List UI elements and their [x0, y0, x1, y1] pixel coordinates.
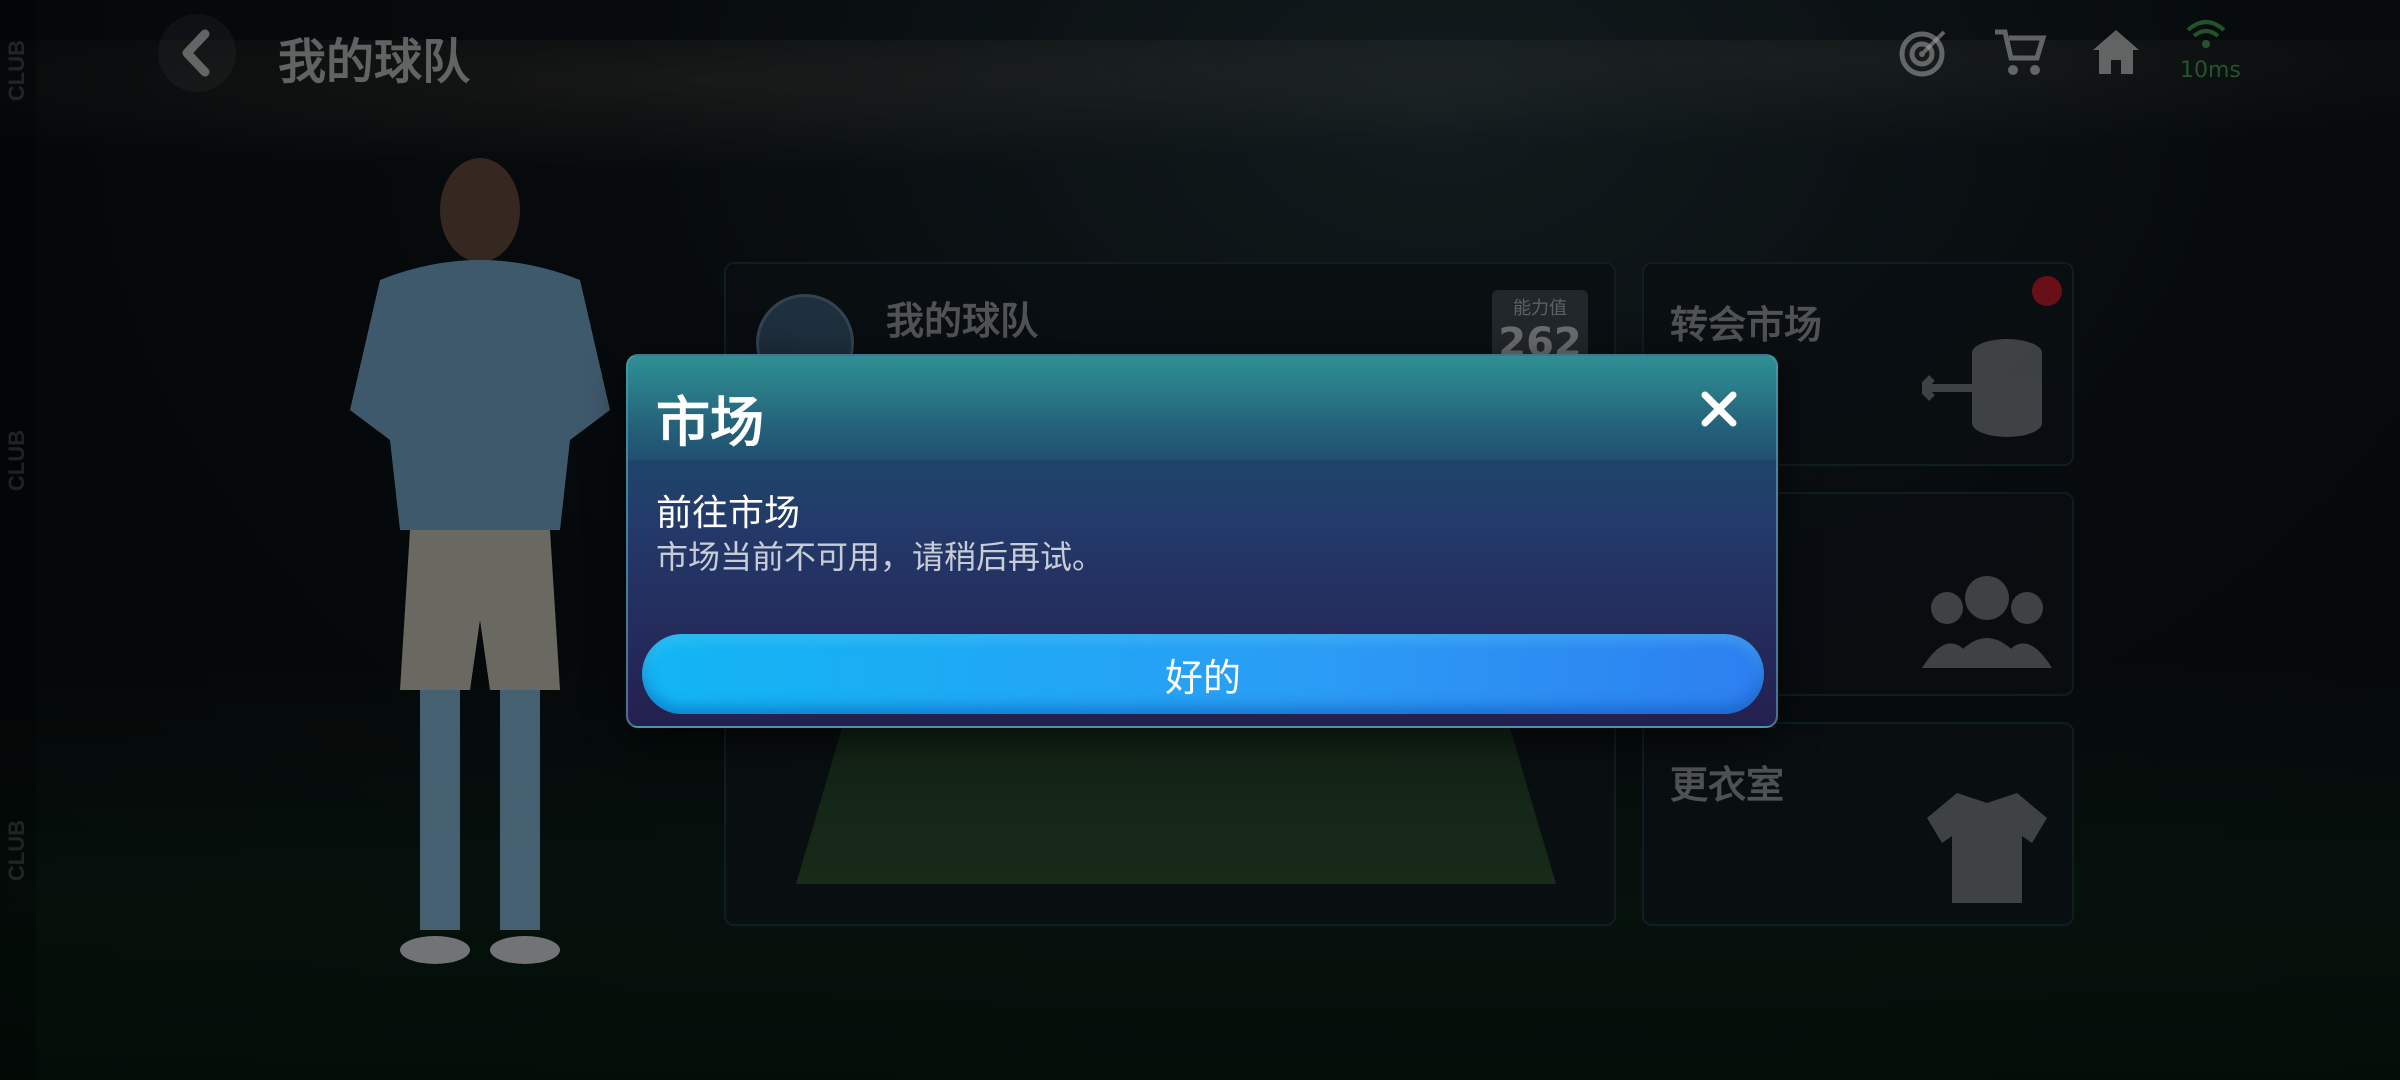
close-button[interactable]: [1692, 382, 1746, 436]
dialog-header: [628, 356, 1776, 460]
close-icon: [1701, 391, 1737, 427]
dialog-message: 市场当前不可用，请稍后再试。: [656, 538, 1105, 576]
dialog-title: 市场: [656, 391, 764, 454]
ok-button[interactable]: 好的: [642, 634, 1764, 714]
dialog-heading: 前往市场: [656, 493, 801, 534]
market-dialog: 市场 前往市场 市场当前不可用，请稍后再试。 好的: [626, 354, 1778, 728]
